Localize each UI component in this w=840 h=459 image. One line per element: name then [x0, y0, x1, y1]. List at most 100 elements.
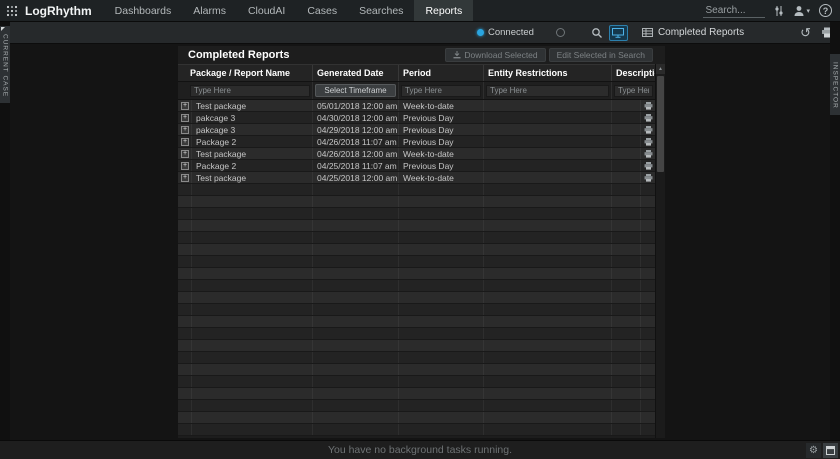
current-case-tab[interactable]: CURRENT CASE [0, 26, 10, 103]
package-name-cell [192, 196, 313, 207]
generated-date-cell [313, 292, 399, 303]
search-reports-button[interactable] [591, 27, 603, 39]
generated-date-cell: 04/26/2018 12:00 am [313, 148, 399, 159]
nav-item-cases[interactable]: Cases [296, 0, 348, 21]
report-row[interactable]: +pakcage 304/30/2018 12:00 amPrevious Da… [178, 112, 655, 124]
description-cell [612, 388, 641, 399]
printer-icon [644, 114, 653, 122]
print-report-button[interactable] [641, 160, 655, 171]
column-header-entity-restrictions[interactable]: Entity Restrictions [484, 65, 612, 81]
table-header-row: Package / Report Name Generated Date Per… [178, 64, 655, 82]
filter-entity-input[interactable] [486, 85, 609, 97]
chevron-down-icon: ▾ [806, 7, 810, 15]
period-cell [399, 292, 484, 303]
logrhythm-logo-icon [6, 5, 21, 17]
filter-package-name-input[interactable] [190, 85, 310, 97]
filter-description-input[interactable] [614, 85, 653, 97]
expand-row-button[interactable]: + [178, 124, 192, 135]
entity-restrictions-cell [484, 112, 612, 123]
print-report-button[interactable] [641, 112, 655, 123]
print-report-button[interactable] [641, 124, 655, 135]
refresh-button[interactable]: ↺ [800, 27, 811, 39]
action-cell [641, 268, 655, 279]
report-row[interactable]: +Test package05/01/2018 12:00 amWeek-to-… [178, 100, 655, 112]
print-report-button[interactable] [641, 148, 655, 159]
expand-row-button[interactable]: + [178, 148, 192, 159]
expand-cell [178, 232, 192, 243]
nav-item-cloudai[interactable]: CloudAI [237, 0, 296, 21]
expand-row-button[interactable]: + [178, 112, 192, 123]
expand-row-button[interactable]: + [178, 136, 192, 147]
package-name-cell: pakcage 3 [192, 112, 313, 123]
period-cell [399, 316, 484, 327]
panel-actions: Download Selected Edit Selected in Searc… [445, 48, 665, 62]
expand-row-button[interactable]: + [178, 172, 192, 183]
empty-row [178, 220, 655, 232]
scroll-up-icon[interactable]: ▲ [656, 64, 665, 74]
expand-cell [178, 412, 192, 423]
report-row[interactable]: +Package 204/25/2018 11:07 amPrevious Da… [178, 160, 655, 172]
report-row[interactable]: +Test package04/25/2018 12:00 amWeek-to-… [178, 172, 655, 184]
print-report-button[interactable] [641, 100, 655, 111]
package-name-cell [192, 280, 313, 291]
expand-row-button[interactable]: + [178, 160, 192, 171]
period-cell [399, 268, 484, 279]
filter-period-input[interactable] [401, 85, 481, 97]
entity-restrictions-cell [484, 388, 612, 399]
help-icon[interactable]: ? [819, 4, 832, 17]
report-rows: +Test package05/01/2018 12:00 amWeek-to-… [178, 100, 655, 438]
generated-date-cell: 04/30/2018 12:00 am [313, 112, 399, 123]
connected-dot-icon [477, 29, 484, 36]
generated-date-cell [313, 424, 399, 435]
column-header-period[interactable]: Period [399, 65, 484, 81]
generated-date-cell [313, 196, 399, 207]
expand-cell [178, 244, 192, 255]
generated-date-cell [313, 280, 399, 291]
edit-selected-button[interactable]: Edit Selected in Search [549, 48, 653, 62]
package-name-cell [192, 220, 313, 231]
nav-item-alarms[interactable]: Alarms [182, 0, 237, 21]
package-name-cell: Test package [192, 148, 313, 159]
expand-cell [178, 352, 192, 363]
print-report-button[interactable] [641, 172, 655, 183]
entity-restrictions-cell [484, 376, 612, 387]
description-cell [612, 184, 641, 195]
description-cell [612, 100, 641, 111]
nav-item-reports[interactable]: Reports [414, 0, 473, 21]
description-cell [612, 136, 641, 147]
panel-toggle-icon[interactable] [823, 443, 838, 458]
period-cell [399, 256, 484, 267]
gear-icon[interactable]: ⚙ [806, 443, 821, 458]
expand-cell [178, 292, 192, 303]
status-circle-icon[interactable] [556, 28, 565, 37]
entity-restrictions-cell [484, 268, 612, 279]
reports-view-button[interactable] [609, 25, 628, 41]
search-input[interactable] [703, 4, 765, 18]
report-row[interactable]: +Package 204/26/2018 11:07 amPrevious Da… [178, 136, 655, 148]
action-cell [641, 352, 655, 363]
generated-date-cell [313, 328, 399, 339]
sliders-icon[interactable] [774, 5, 784, 17]
expand-row-button[interactable]: + [178, 100, 192, 111]
user-menu-button[interactable]: ▾ [793, 5, 810, 17]
column-header-generated-date[interactable]: Generated Date [313, 65, 399, 81]
vertical-scrollbar[interactable]: ▲ [655, 64, 665, 438]
period-cell [399, 328, 484, 339]
description-cell [612, 268, 641, 279]
view-tab-label: Completed Reports [658, 27, 744, 38]
empty-row [178, 292, 655, 304]
inspector-tab[interactable]: INSPECTOR [830, 54, 840, 115]
scrollbar-thumb[interactable] [657, 76, 664, 172]
connection-status[interactable]: Connected [477, 27, 534, 38]
column-header-package-name[interactable]: Package / Report Name [178, 65, 313, 81]
plus-icon: + [181, 102, 189, 110]
nav-item-searches[interactable]: Searches [348, 0, 414, 21]
column-header-description[interactable]: Description [612, 65, 655, 81]
download-selected-button[interactable]: Download Selected [445, 48, 545, 62]
view-tab-completed-reports[interactable]: Completed Reports [642, 27, 744, 38]
select-timeframe-button[interactable]: Select Timeframe [315, 84, 396, 97]
print-report-button[interactable] [641, 136, 655, 147]
report-row[interactable]: +pakcage 304/29/2018 12:00 amPrevious Da… [178, 124, 655, 136]
nav-item-dashboards[interactable]: Dashboards [104, 0, 183, 21]
report-row[interactable]: +Test package04/26/2018 12:00 amWeek-to-… [178, 148, 655, 160]
